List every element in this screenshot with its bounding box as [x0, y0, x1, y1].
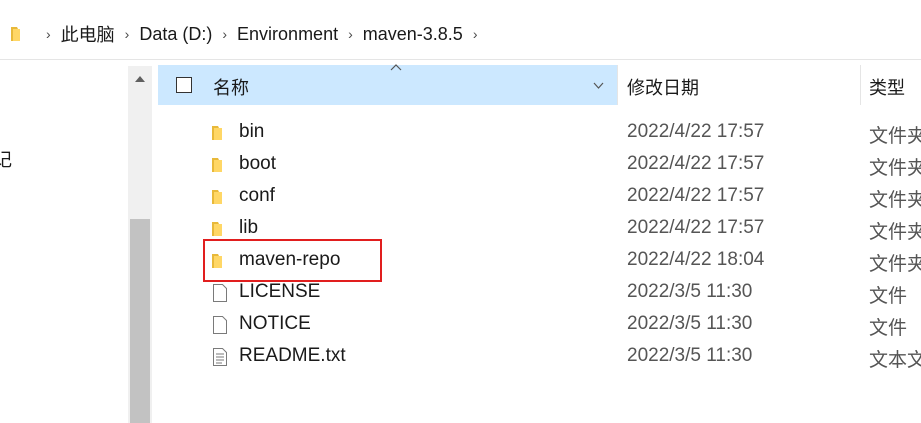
file-date: 2022/4/22 17:57: [627, 217, 765, 238]
file-name: README.txt: [239, 345, 346, 366]
scrollbar-thumb[interactable]: [130, 219, 150, 423]
column-header: 名称 修改日期 类型: [158, 64, 921, 105]
file-date: 2022/4/22 17:57: [627, 153, 765, 174]
file-type: 文本文档: [869, 350, 921, 371]
file-name: NOTICE: [239, 313, 311, 334]
file-type: 文件夹: [869, 222, 921, 243]
file-icon: [213, 316, 227, 334]
column-divider[interactable]: [860, 65, 861, 105]
navigation-pane[interactable]: 记: [0, 60, 128, 423]
folder-icon: [212, 158, 222, 172]
list-item[interactable]: boot 2022/4/22 17:57 文件夹: [158, 148, 921, 180]
file-name: bin: [239, 121, 265, 142]
chevron-right-icon[interactable]: ›: [125, 26, 130, 42]
file-type: 文件夹: [869, 126, 921, 147]
text-file-icon: [213, 348, 227, 366]
list-item[interactable]: bin 2022/4/22 17:57 文件夹: [158, 116, 921, 148]
address-bar[interactable]: › 此电脑 › Data (D:) › Environment › maven-…: [0, 0, 921, 60]
folder-icon: [212, 190, 222, 204]
folder-icon: [212, 126, 222, 140]
file-name: LICENSE: [239, 281, 321, 302]
scroll-up-button[interactable]: [128, 66, 152, 92]
list-item[interactable]: README.txt 2022/3/5 11:30 文本文档: [158, 340, 921, 372]
list-item[interactable]: NOTICE 2022/3/5 11:30 文件: [158, 308, 921, 340]
file-name: boot: [239, 153, 276, 174]
file-type: 文件夹: [869, 158, 921, 179]
breadcrumb: › 此电脑 › Data (D:) › Environment › maven-…: [10, 14, 488, 54]
list-item[interactable]: conf 2022/4/22 17:57 文件夹: [158, 180, 921, 212]
file-date: 2022/4/22 18:04: [627, 249, 765, 270]
file-date: 2022/3/5 11:30: [627, 345, 753, 366]
file-type: 文件夹: [869, 254, 921, 275]
folder-icon: [11, 27, 20, 41]
chevron-right-icon[interactable]: ›: [473, 26, 478, 42]
column-name-label: 名称: [213, 78, 249, 98]
file-date: 2022/3/5 11:30: [627, 313, 753, 334]
breadcrumb-data-drive[interactable]: Data (D:): [139, 24, 212, 45]
file-name: lib: [239, 217, 259, 238]
file-icon: [213, 284, 227, 302]
file-name: conf: [239, 185, 275, 206]
sort-ascending-icon: [390, 64, 402, 71]
chevron-right-icon[interactable]: ›: [222, 26, 227, 42]
breadcrumb-maven[interactable]: maven-3.8.5: [363, 24, 463, 45]
nav-item-fragment[interactable]: 记: [0, 146, 12, 172]
chevron-right-icon[interactable]: ›: [46, 26, 51, 42]
file-date: 2022/4/22 17:57: [627, 121, 765, 142]
column-header-name[interactable]: 名称: [158, 64, 617, 105]
highlight-box: [203, 239, 382, 282]
chevron-right-icon[interactable]: ›: [348, 26, 353, 42]
breadcrumb-this-pc[interactable]: 此电脑: [61, 21, 115, 47]
column-header-date-modified[interactable]: 修改日期: [627, 74, 699, 100]
select-all-checkbox[interactable]: [176, 77, 192, 93]
file-date: 2022/3/5 11:30: [627, 281, 753, 302]
folder-icon: [212, 222, 222, 236]
column-header-type[interactable]: 类型: [869, 74, 905, 100]
file-type: 文件: [869, 318, 908, 339]
chevron-up-icon: [135, 76, 145, 82]
chevron-down-icon[interactable]: [593, 82, 604, 89]
file-type: 文件: [869, 286, 908, 307]
file-type: 文件夹: [869, 190, 921, 211]
breadcrumb-environment[interactable]: Environment: [237, 24, 338, 45]
nav-scrollbar[interactable]: [128, 66, 152, 423]
column-divider[interactable]: [617, 65, 618, 105]
file-date: 2022/4/22 17:57: [627, 185, 765, 206]
